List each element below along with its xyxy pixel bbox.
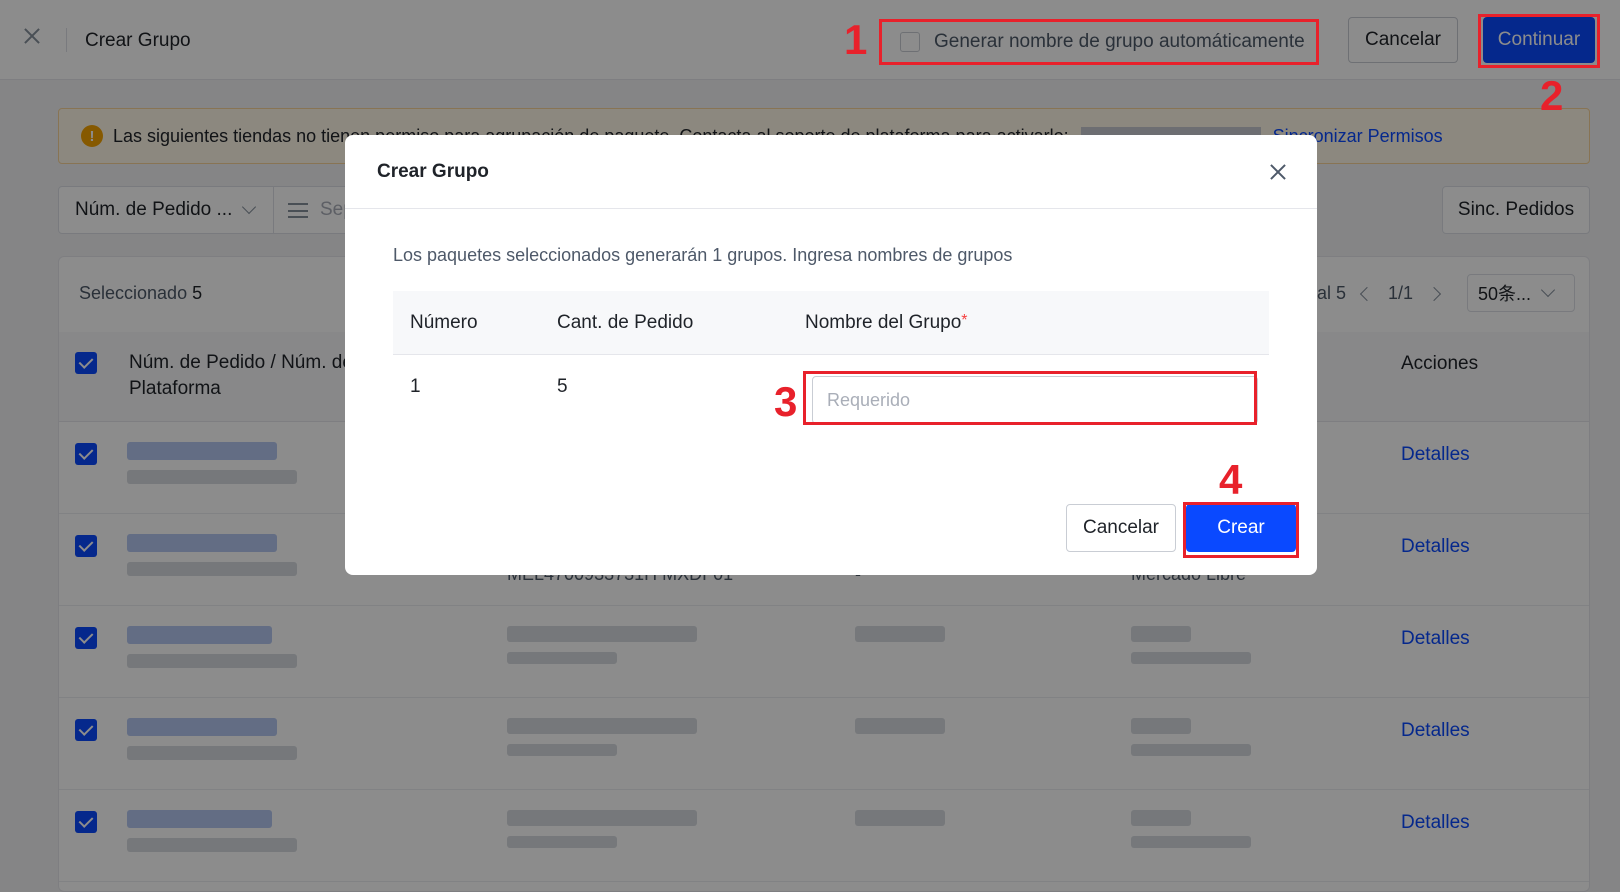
dialog-header: Crear Grupo (345, 135, 1317, 209)
col-group-name-label: Nombre del Grupo (805, 312, 962, 333)
callout-number-3: 3 (774, 378, 798, 425)
required-mark: * (961, 312, 968, 329)
row-number: 1 (410, 376, 421, 397)
callout-number-2: 2 (1540, 72, 1564, 119)
col-group-name: Nombre del Grupo* (805, 312, 968, 334)
callout-box-3 (803, 371, 1257, 425)
dialog-cancel-button[interactable]: Cancelar (1066, 504, 1176, 552)
callout-box-4 (1183, 502, 1299, 558)
callout-number-1: 1 (844, 16, 868, 63)
col-number: Número (410, 312, 478, 333)
callout-box-1 (879, 19, 1319, 65)
col-order-count: Cant. de Pedido (557, 312, 694, 333)
callout-number-4: 4 (1219, 456, 1243, 503)
row-order-count: 5 (557, 376, 568, 397)
dialog-title: Crear Grupo (377, 161, 489, 182)
group-table-header: Número Cant. de Pedido Nombre del Grupo* (393, 291, 1269, 355)
close-icon[interactable] (1269, 163, 1287, 181)
create-group-dialog: Crear Grupo Los paquetes seleccionados g… (345, 135, 1317, 575)
callout-box-2 (1478, 14, 1600, 68)
dialog-description: Los paquetes seleccionados generarán 1 g… (393, 245, 1013, 265)
